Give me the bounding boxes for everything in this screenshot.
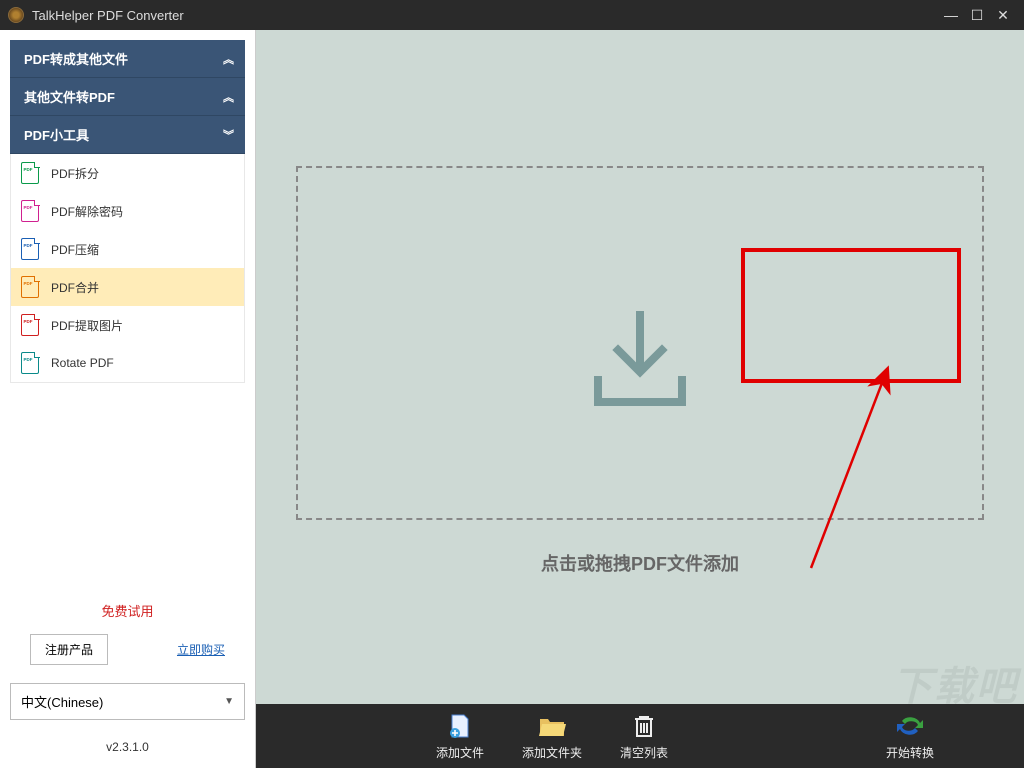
language-select[interactable]: 中文(Chinese) ▼ [10, 683, 245, 720]
pdf-file-icon [21, 352, 39, 374]
bottom-toolbar: 添加文件 添加文件夹 [256, 704, 1024, 768]
tool-pdf-merge[interactable]: PDF合并 [11, 268, 244, 306]
caret-down-icon: ▼ [224, 696, 234, 707]
button-label: 添加文件夹 [522, 744, 582, 761]
watermark-text: 下载吧 [892, 654, 1018, 712]
version-text: v2.3.1.0 [10, 740, 245, 754]
titlebar: TalkHelper PDF Converter — ☐ ✕ [0, 0, 1024, 30]
sidebar-category-pdf-tools[interactable]: PDF小工具 ︾ [10, 116, 245, 154]
close-button[interactable]: ✕ [990, 7, 1016, 24]
sidebar-category-label: PDF小工具 [24, 125, 223, 144]
pdf-file-icon [21, 200, 39, 222]
download-icon [580, 310, 700, 410]
tool-label: PDF提取图片 [51, 317, 123, 334]
register-button[interactable]: 注册产品 [30, 634, 108, 665]
chevron-down-icon: ︾ [223, 127, 231, 143]
tool-label: PDF压缩 [51, 241, 99, 258]
minimize-button[interactable]: — [938, 7, 964, 23]
sidebar-category-label: PDF转成其他文件 [24, 49, 223, 68]
tool-pdf-rotate[interactable]: Rotate PDF [11, 344, 244, 382]
add-folder-button[interactable]: 添加文件夹 [522, 712, 582, 761]
add-file-icon [446, 712, 474, 740]
chevron-up-icon: ︽ [223, 89, 231, 105]
pdf-file-icon [21, 238, 39, 260]
tool-pdf-extract-images[interactable]: PDF提取图片 [11, 306, 244, 344]
tool-list: PDF拆分 PDF解除密码 PDF压缩 PDF合并 PDF提取图片 Rotate… [10, 154, 245, 383]
trial-text: 免费试用 [10, 601, 245, 620]
trash-icon [630, 712, 658, 740]
sidebar: PDF转成其他文件 ︽ 其他文件转PDF ︽ PDF小工具 ︾ PDF拆分 PD… [0, 30, 256, 768]
tool-label: PDF合并 [51, 279, 99, 296]
annotation-highlight-box [741, 248, 961, 383]
clear-list-button[interactable]: 清空列表 [620, 712, 668, 761]
tool-label: PDF拆分 [51, 165, 99, 182]
tool-pdf-compress[interactable]: PDF压缩 [11, 230, 244, 268]
add-file-button[interactable]: 添加文件 [436, 712, 484, 761]
maximize-button[interactable]: ☐ [964, 7, 990, 24]
pdf-file-icon [21, 162, 39, 184]
drop-area[interactable]: 点击或拖拽PDF文件添加 下载吧 [256, 30, 1024, 704]
language-value: 中文(Chinese) [21, 692, 224, 711]
button-label: 清空列表 [620, 744, 668, 761]
button-label: 开始转换 [886, 744, 934, 761]
tool-label: Rotate PDF [51, 356, 114, 370]
app-logo-icon [8, 7, 24, 23]
app-title: TalkHelper PDF Converter [32, 8, 938, 23]
sidebar-category-other-to-pdf[interactable]: 其他文件转PDF ︽ [10, 78, 245, 116]
sidebar-category-pdf-to-other[interactable]: PDF转成其他文件 ︽ [10, 40, 245, 78]
pdf-file-icon [21, 276, 39, 298]
convert-icon [896, 712, 924, 740]
button-label: 添加文件 [436, 744, 484, 761]
tool-label: PDF解除密码 [51, 203, 123, 220]
chevron-up-icon: ︽ [223, 51, 231, 67]
start-convert-button[interactable]: 开始转换 [886, 712, 934, 761]
main-area: 点击或拖拽PDF文件添加 下载吧 添加文件 [256, 30, 1024, 768]
buy-now-link[interactable]: 立即购买 [177, 641, 225, 658]
tool-pdf-unlock[interactable]: PDF解除密码 [11, 192, 244, 230]
sidebar-category-label: 其他文件转PDF [24, 87, 223, 106]
drop-hint-text: 点击或拖拽PDF文件添加 [541, 550, 739, 576]
pdf-file-icon [21, 314, 39, 336]
tool-pdf-split[interactable]: PDF拆分 [11, 154, 244, 192]
folder-icon [538, 712, 566, 740]
